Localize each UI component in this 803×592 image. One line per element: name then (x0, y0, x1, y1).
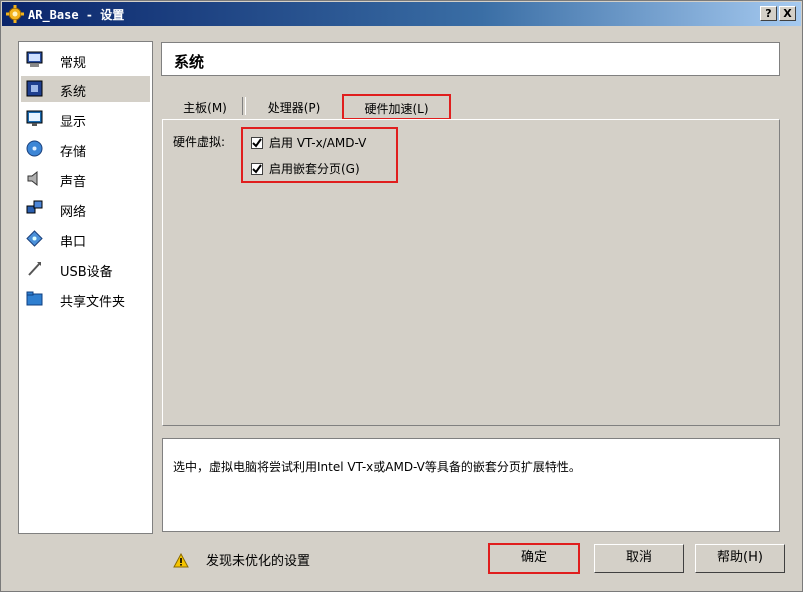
nested-paging-checkbox-label: 启用嵌套分页(G) (269, 162, 360, 176)
sidebar-item-label: 网络 (60, 205, 87, 220)
usb-icon (28, 262, 41, 276)
folder-icon (26, 291, 43, 306)
chip-icon (26, 80, 43, 97)
warning-icon (173, 553, 189, 568)
close-title-button[interactable]: X (779, 6, 796, 21)
vtx-checkbox-row[interactable]: 启用 VT-x/AMD-V (251, 134, 366, 151)
sidebar-item-general[interactable]: 常规 (21, 47, 150, 73)
vtx-checkbox[interactable] (251, 137, 263, 149)
sidebar-item-shared-folders[interactable]: 共享文件夹 (21, 286, 150, 312)
tab-acceleration[interactable]: 硬件加速(L) (342, 94, 451, 120)
nested-paging-checkbox-row[interactable]: 启用嵌套分页(G) (251, 160, 360, 177)
sidebar-item-label: 系统 (60, 85, 87, 100)
page-title: 系统 (161, 42, 780, 76)
sidebar-item-label: 声音 (60, 175, 87, 190)
sidebar-item-label: 常规 (60, 56, 87, 71)
window-title: AR_Base - 设置 (28, 8, 125, 22)
serial-port-icon (26, 230, 43, 247)
sidebar-item-label: 存储 (60, 145, 87, 160)
settings-sidebar: 常规 系统 显示 存储 声音 网络 串口 USB设备 共享文件夹 (18, 41, 153, 534)
check-icon (252, 164, 262, 174)
nested-paging-checkbox[interactable] (251, 163, 263, 175)
checkbox-group: 启用 VT-x/AMD-V 启用嵌套分页(G) (241, 127, 398, 183)
title-bar[interactable]: AR_Base - 设置 ? X (2, 2, 801, 26)
sidebar-item-usb[interactable]: USB设备 (21, 256, 150, 282)
help-title-button[interactable]: ? (760, 6, 777, 21)
cancel-button[interactable]: 取消 (594, 544, 684, 573)
sidebar-item-audio[interactable]: 声音 (21, 166, 150, 192)
sidebar-item-system[interactable]: 系统 (21, 76, 150, 102)
sidebar-item-storage[interactable]: 存储 (21, 136, 150, 162)
sidebar-item-label: 串口 (60, 235, 87, 250)
sidebar-item-display[interactable]: 显示 (21, 106, 150, 132)
ok-button[interactable]: 确定 (488, 543, 580, 574)
vtx-checkbox-label: 启用 VT-x/AMD-V (269, 136, 367, 150)
speaker-icon (27, 170, 38, 187)
sidebar-item-label: 共享文件夹 (60, 295, 126, 310)
check-icon (252, 138, 262, 148)
tab-divider (242, 97, 246, 115)
help-button[interactable]: 帮助(H) (695, 544, 785, 573)
settings-window: AR_Base - 设置 ? X 常规 系统 显示 存储 声音 网络 串口 US… (0, 0, 803, 592)
hw-virtualization-label: 硬件虚拟: (173, 135, 226, 149)
tab-processor[interactable]: 处理器(P) (250, 95, 338, 119)
sidebar-item-label: USB设备 (60, 265, 113, 280)
sidebar-item-serial[interactable]: 串口 (21, 226, 150, 252)
gear-icon (6, 5, 24, 23)
display-icon (26, 110, 43, 126)
warning-text: 发现未优化的设置 (206, 554, 311, 569)
sidebar-item-label: 显示 (60, 115, 87, 130)
monitor-icon (26, 51, 43, 67)
tab-motherboard[interactable]: 主板(M) (171, 95, 239, 119)
description-box: 选中，虚拟电脑将尝试利用Intel VT-x或AMD-V等具备的嵌套分页扩展特性… (162, 438, 780, 532)
sidebar-item-network[interactable]: 网络 (21, 196, 150, 222)
network-icon (26, 200, 43, 214)
disk-icon (26, 140, 43, 157)
